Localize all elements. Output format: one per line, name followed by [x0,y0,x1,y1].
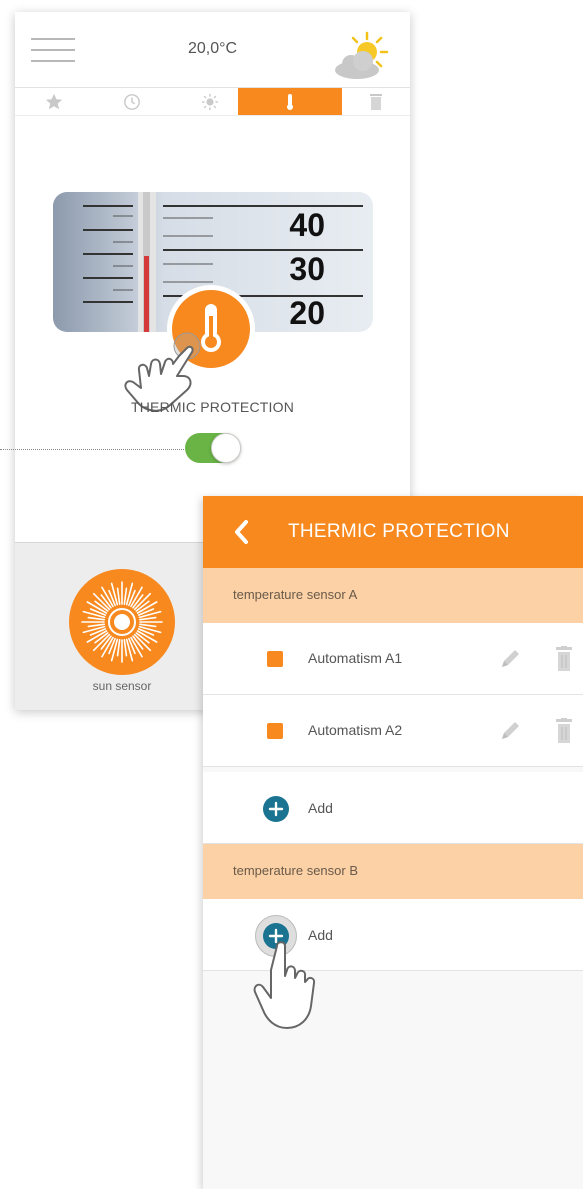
add-label[interactable]: Add [308,800,333,816]
tab-trash[interactable] [342,88,410,115]
section-title: temperature sensor B [233,863,359,878]
app-header: 20,0°C [15,12,410,88]
tab-bar [15,87,410,116]
sun-sensor-icon [81,581,163,663]
thermic-protection-toggle[interactable] [185,433,241,463]
automatism-color-marker [267,651,283,667]
tab-favorites[interactable] [15,88,93,115]
trash-icon[interactable] [555,646,573,672]
section-title: temperature sensor A [233,587,358,602]
scale-20: 20 [289,295,325,331]
sun-sensor-button[interactable] [69,569,175,675]
toggle-knob [211,433,241,463]
plus-icon [268,801,284,817]
star-icon [45,93,63,109]
partly-sunny-icon [335,31,389,79]
sun-icon [201,93,219,110]
tab-timers[interactable] [93,88,171,115]
list-item-automatism-a1[interactable]: Automatism A1 [203,623,583,695]
clock-icon [124,93,140,110]
detail-header: THERMIC PROTECTION [203,496,583,568]
pencil-icon[interactable] [499,720,521,742]
scale-30: 30 [289,251,325,287]
automatism-label: Automatism A1 [308,650,403,666]
trash-icon[interactable] [555,718,573,744]
section-sensor-a: temperature sensor A [203,568,583,623]
pointing-hand-icon [253,941,316,1029]
section-sensor-b: temperature sensor B [203,844,583,899]
tab-thermic[interactable] [238,88,342,115]
trash-icon [370,93,382,110]
automatism-color-marker [267,723,283,739]
pencil-icon[interactable] [499,648,521,670]
connector-line [0,449,184,450]
detail-title: THERMIC PROTECTION [288,521,510,542]
sun-sensor-label: sun sensor [92,679,152,693]
add-row-sensor-a: Add [203,772,583,844]
thermometer-icon [287,93,293,110]
detail-screen: THERMIC PROTECTION temperature sensor A … [203,496,583,1189]
scale-40: 40 [289,207,325,243]
feature-label: THERMIC PROTECTION [130,399,295,415]
add-button[interactable] [263,796,289,822]
list-item-automatism-a2[interactable]: Automatism A2 [203,695,583,767]
automatism-label: Automatism A2 [308,722,403,738]
back-chevron-icon[interactable] [231,518,251,546]
